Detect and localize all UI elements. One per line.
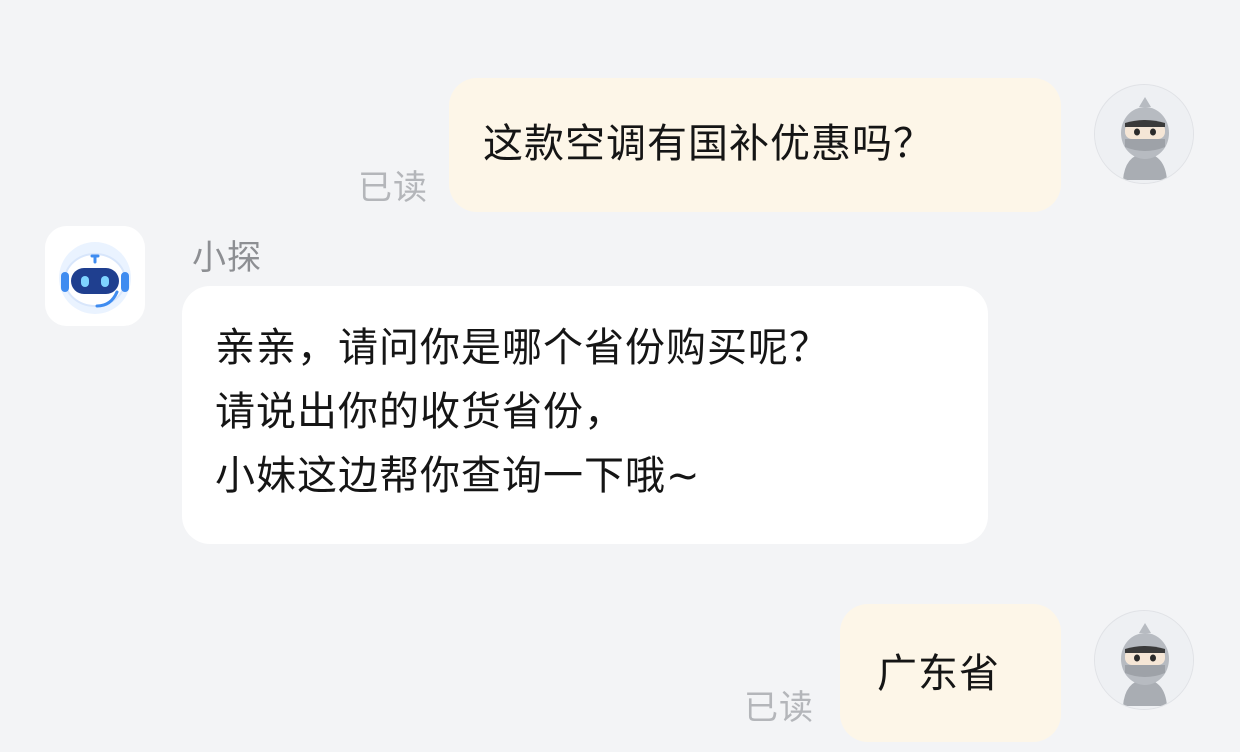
user-avatar[interactable] [1094,610,1194,710]
bot-avatar[interactable] [45,226,145,326]
ninja-avatar-icon [1095,611,1193,709]
message-line: 请说出你的收货省份， [215,389,625,435]
sender-name: 小探 [192,238,262,278]
user-message-bubble[interactable]: 这款空调有国补优惠吗？ [449,78,1061,212]
assistant-message-bubble[interactable]: 亲亲，请问你是哪个省份购买呢？ 请说出你的收货省份， 小妹这边帮你查询一下哦~ [182,286,988,544]
robot-avatar-icon [45,226,145,326]
user-message-bubble[interactable]: 广东省 [840,604,1061,742]
message-text: 这款空调有国补优惠吗？ [483,121,934,167]
chat-window: 已读 这款空调有国补优惠吗？ 小探 亲亲，请问你是哪个省份购买呢？ 请说出你的收… [0,0,1240,752]
message-line: 亲亲，请问你是哪个省份购买呢？ [215,325,830,371]
read-status: 已读 [744,688,814,728]
ninja-avatar-icon [1095,85,1193,183]
message-text: 广东省 [877,651,1000,697]
read-status: 已读 [358,168,428,208]
message-line: 小妹这边帮你查询一下哦~ [215,453,701,499]
user-avatar[interactable] [1094,84,1194,184]
